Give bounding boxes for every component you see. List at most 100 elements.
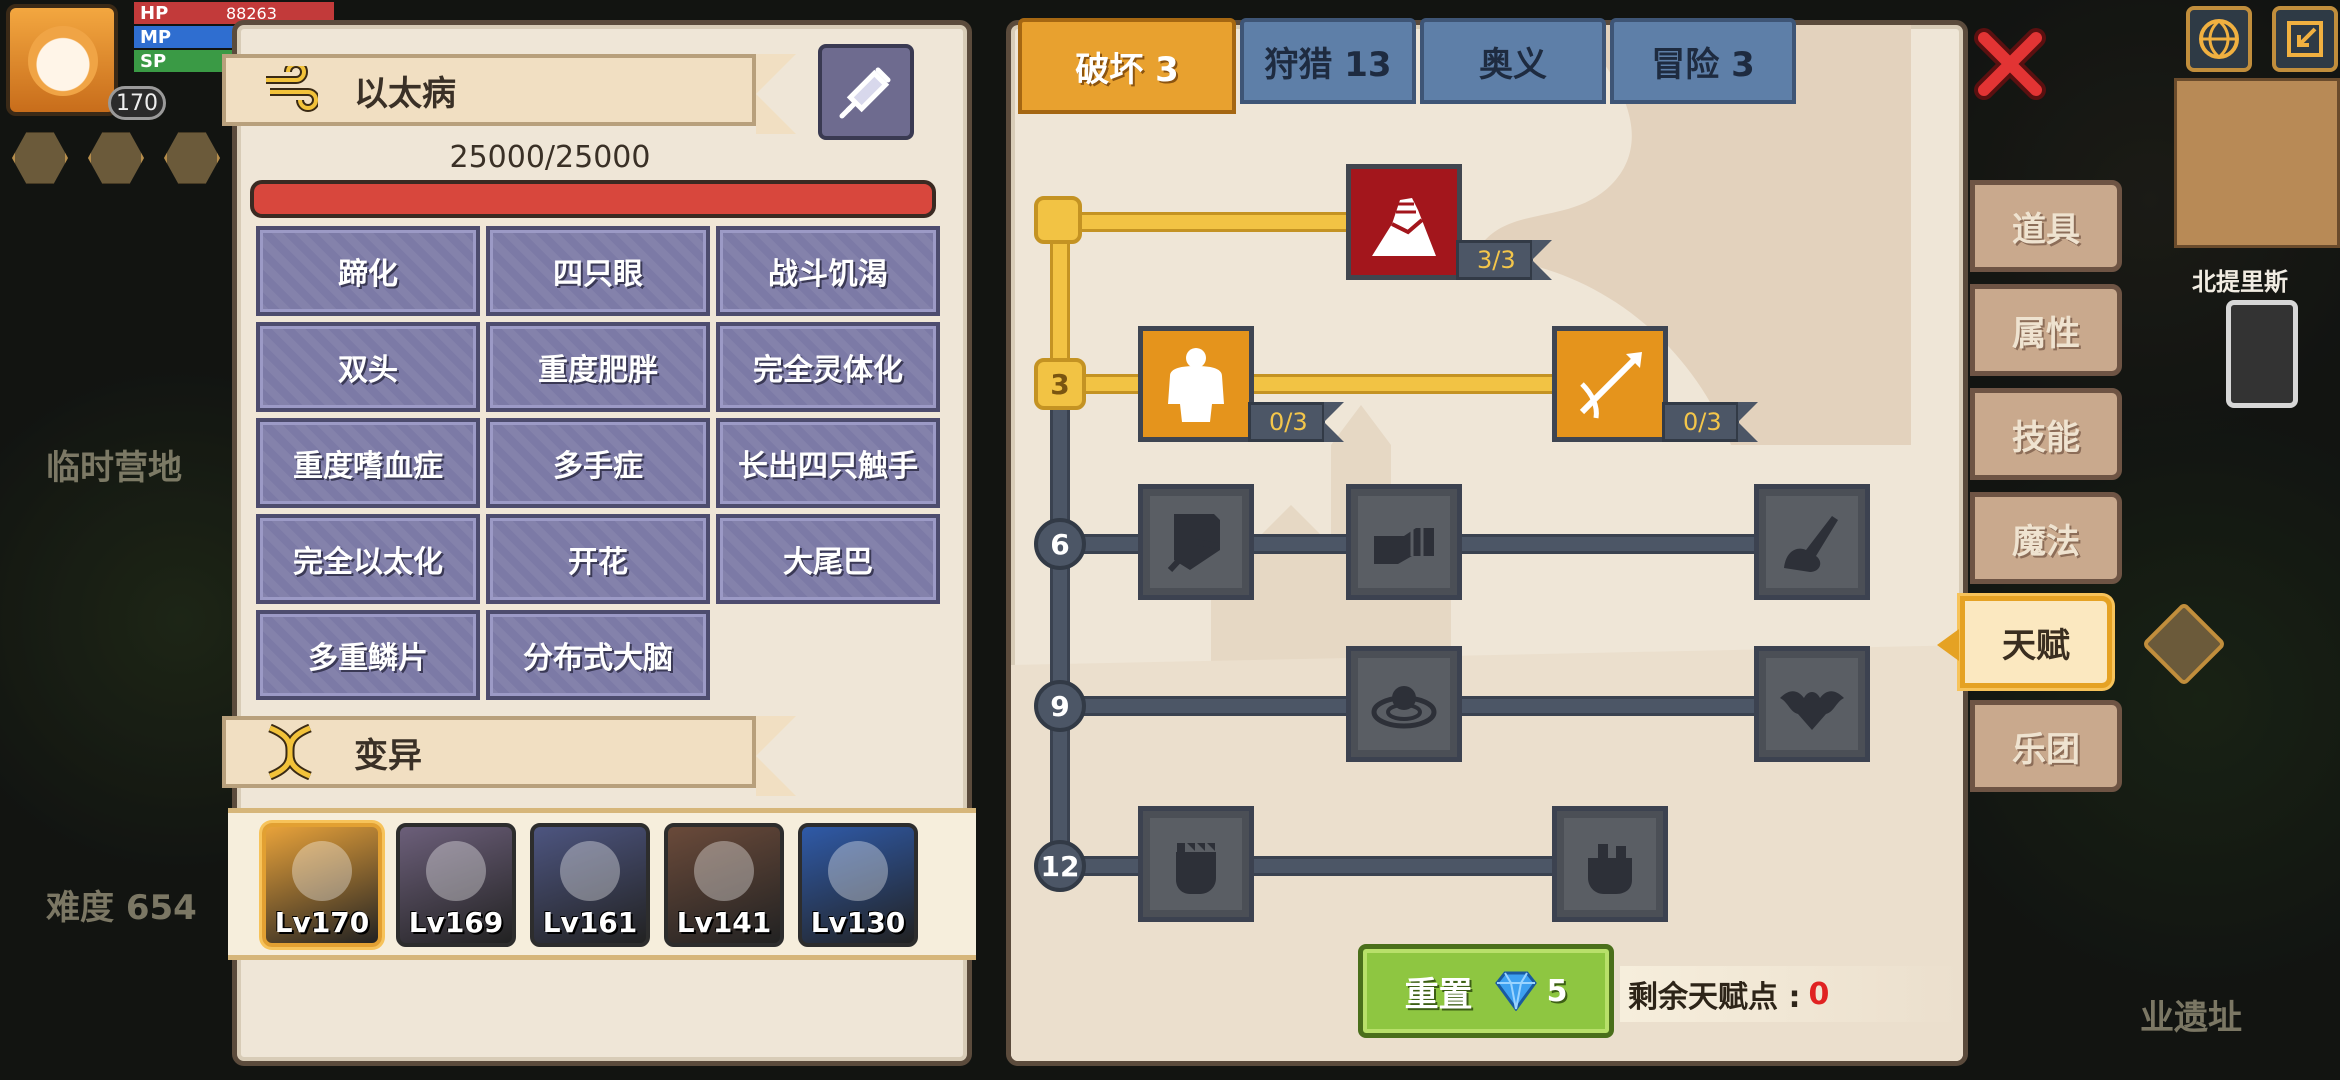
- trait-7[interactable]: 多手症: [486, 418, 710, 508]
- talent-tab-0[interactable]: 破坏 3: [1018, 18, 1236, 114]
- trait-12[interactable]: 多重鳞片: [256, 610, 480, 700]
- skill-vortex[interactable]: [1346, 646, 1462, 762]
- trait-1[interactable]: 四只眼: [486, 226, 710, 316]
- globe-icon[interactable]: [2186, 6, 2252, 72]
- remaining-talent-points: 剩余天赋点 : 0: [1620, 966, 1960, 1022]
- character-level: Lv130: [810, 906, 906, 939]
- syringe-icon: [839, 67, 891, 119]
- world-label-ruins: 业遗址: [2140, 998, 2242, 1038]
- world-label-difficulty: 难度 654: [46, 888, 197, 928]
- ether-wind-icon: [262, 62, 318, 118]
- side-tab-5[interactable]: 乐团: [1970, 700, 2122, 792]
- character-card-1[interactable]: Lv169: [396, 823, 516, 947]
- hud-quick-icons: [12, 130, 220, 186]
- skill-arm-wrestle-progress: 3/3: [1456, 240, 1552, 280]
- character-portrait: [560, 841, 620, 901]
- reset-label: 重置: [1404, 974, 1473, 1015]
- punch-icon: [1374, 528, 1434, 564]
- tier-node-6: 6: [1034, 518, 1086, 570]
- player-avatar[interactable]: [6, 4, 118, 116]
- trait-4[interactable]: 重度肥胖: [486, 322, 710, 412]
- mp-label: MP: [140, 26, 172, 48]
- reset-cost: 5: [1493, 971, 1568, 1011]
- skill-shield-slash[interactable]: [1138, 484, 1254, 600]
- skill-arrow[interactable]: [1552, 326, 1668, 442]
- hp-label: HP: [140, 2, 169, 24]
- trait-8[interactable]: 长出四只触手: [716, 418, 940, 508]
- character-card-3[interactable]: Lv141: [664, 823, 784, 947]
- phone-icon[interactable]: [2226, 300, 2298, 408]
- talent-category-tabs: 破坏 3 狩猎 13 奥义 冒险 3: [1018, 18, 1796, 114]
- skill-bat-spirit[interactable]: [1754, 646, 1870, 762]
- ether-disease-title: 以太病: [354, 73, 456, 114]
- location-label-north: 北提里斯: [2192, 268, 2288, 296]
- arm-wrestle-icon: [1372, 198, 1436, 256]
- talent-tab-1[interactable]: 狩猎 13: [1240, 18, 1416, 104]
- trait-grid: 蹄化 四只眼 战斗饥渴双头 重度肥胖 完全灵体化重度嗜血症 多手症 长出四只触手完全以太化开…: [256, 226, 942, 700]
- trait-10[interactable]: 开花: [486, 514, 710, 604]
- world-label-temp-base: 临时营地: [46, 448, 182, 488]
- trait-11[interactable]: 大尾巴: [716, 514, 940, 604]
- exit-icon[interactable]: [2272, 6, 2338, 72]
- tier-node-12: 12: [1034, 840, 1086, 892]
- trait-5[interactable]: 完全灵体化: [716, 322, 940, 412]
- side-tab-2[interactable]: 技能: [1970, 388, 2122, 480]
- mutation-title: 变异: [354, 735, 422, 776]
- character-portrait: [292, 841, 352, 901]
- hud-extra-icon[interactable]: [164, 132, 220, 184]
- sp-label: SP: [140, 50, 167, 72]
- trait-2[interactable]: 战斗饥渴: [716, 226, 940, 316]
- trait-0[interactable]: 蹄化: [256, 226, 480, 316]
- vortex-icon: [1371, 686, 1437, 729]
- skill-arm-wrestle[interactable]: [1346, 164, 1462, 280]
- remaining-value: 0: [1808, 976, 1830, 1012]
- skill-body[interactable]: [1138, 326, 1254, 442]
- ether-disease-header: 以太病: [222, 54, 796, 134]
- skill-punch[interactable]: [1346, 484, 1462, 600]
- arrow-shot-icon: [1579, 352, 1642, 419]
- trait-9[interactable]: 完全以太化: [256, 514, 480, 604]
- side-tab-0[interactable]: 道具: [1970, 180, 2122, 272]
- mp-potion-icon[interactable]: [88, 132, 144, 184]
- character-card-0[interactable]: Lv170: [262, 823, 382, 947]
- character-selector: Lv170 Lv169 Lv161 Lv141 Lv130: [228, 808, 976, 960]
- tree-trunk: [1050, 384, 1070, 868]
- character-card-4[interactable]: Lv130: [798, 823, 918, 947]
- tier-node-0: [1034, 196, 1082, 244]
- trait-6[interactable]: 重度嗜血症: [256, 418, 480, 508]
- hp-potion-icon[interactable]: [12, 132, 68, 184]
- ether-hp-bar: [250, 180, 936, 218]
- character-level: Lv161: [542, 906, 638, 939]
- close-button[interactable]: [1972, 26, 2048, 102]
- trait-3[interactable]: 双头: [256, 322, 480, 412]
- skill-open-palm[interactable]: [1552, 806, 1668, 922]
- reset-cost-value: 5: [1546, 973, 1568, 1009]
- character-level: Lv169: [408, 906, 504, 939]
- diamond-icon: [1494, 971, 1537, 1011]
- character-level: Lv141: [676, 906, 772, 939]
- tier-node-9: 9: [1034, 680, 1086, 732]
- character-card-2[interactable]: Lv161: [530, 823, 650, 947]
- tree-branch-tier0: [1070, 212, 1360, 232]
- syringe-button[interactable]: [818, 44, 914, 140]
- ether-hp-fill: [254, 184, 932, 214]
- tier-node-3: 3: [1034, 358, 1086, 410]
- character-portrait: [426, 841, 486, 901]
- ether-hp-text: 25000/25000: [449, 140, 651, 175]
- side-tab-1[interactable]: 属性: [1970, 284, 2122, 376]
- skill-crash[interactable]: [1754, 484, 1870, 600]
- skill-fist[interactable]: [1138, 806, 1254, 922]
- talent-tab-2[interactable]: 奥义: [1420, 18, 1606, 104]
- reset-talents-button[interactable]: 重置 5: [1358, 944, 1614, 1038]
- side-tab-3[interactable]: 魔法: [1970, 492, 2122, 584]
- fist-icon: [1175, 841, 1217, 894]
- talent-tab-3[interactable]: 冒险 3: [1610, 18, 1796, 104]
- character-portrait: [828, 841, 888, 901]
- side-tab-4[interactable]: 天赋: [1937, 596, 2112, 688]
- crash-icon: [1784, 516, 1838, 572]
- close-icon: [1974, 28, 2046, 100]
- avatar-face: [28, 26, 98, 96]
- trait-13[interactable]: 分布式大脑: [486, 610, 710, 700]
- skill-body-progress: 0/3: [1248, 402, 1344, 442]
- shop-avatar-box[interactable]: [2174, 78, 2340, 248]
